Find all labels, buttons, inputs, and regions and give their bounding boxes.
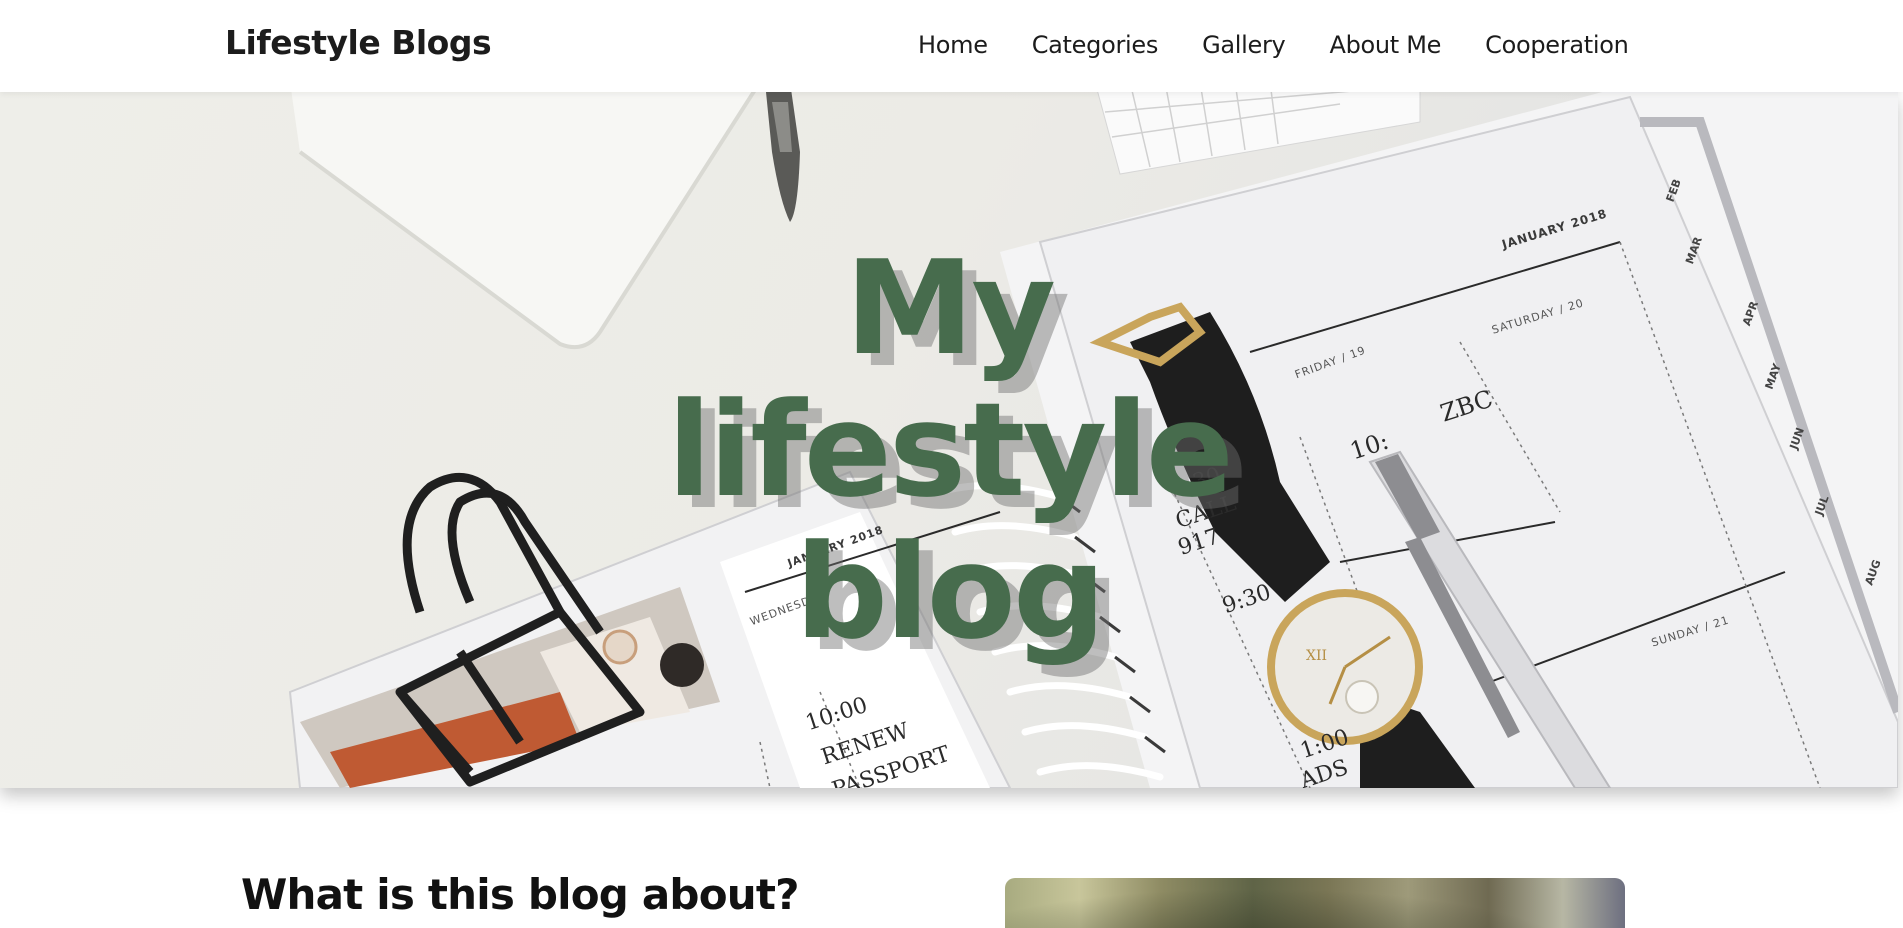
spoon-shape <box>766 92 800 222</box>
nav-categories[interactable]: Categories <box>1032 31 1159 59</box>
site-header: Lifestyle Blogs Home Categories Gallery … <box>0 0 1903 92</box>
intro-heading: What is this blog about? <box>241 870 799 919</box>
hero-title: My lifestyle blog <box>0 237 1898 663</box>
hero-title-line-1: My <box>844 232 1056 384</box>
main-nav: Home Categories Gallery About Me Coopera… <box>918 31 1629 59</box>
brand-logo-link[interactable]: Lifestyle Blogs <box>225 23 492 62</box>
nav-gallery[interactable]: Gallery <box>1202 31 1286 59</box>
hero-title-line-3: blog <box>795 516 1106 668</box>
nav-home[interactable]: Home <box>918 31 988 59</box>
hero-title-line-2: lifestyle <box>667 374 1234 526</box>
intro-photo <box>1005 878 1625 928</box>
nav-cooperation[interactable]: Cooperation <box>1485 31 1629 59</box>
hero-banner: JANUARY 2018 SATURDAY / 20 FRIDAY / 19 S… <box>0 92 1898 788</box>
nav-about-me[interactable]: About Me <box>1329 31 1441 59</box>
